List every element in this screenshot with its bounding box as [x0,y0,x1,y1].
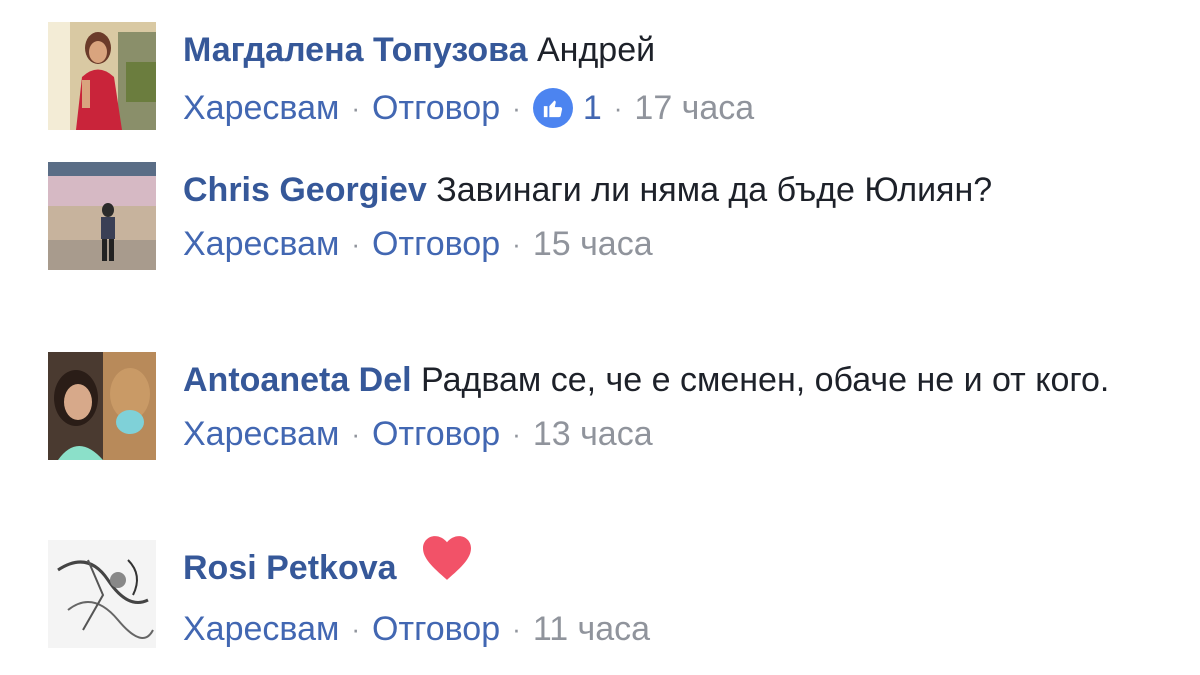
avatar-image [48,352,156,460]
reply-link[interactable]: Отговор [372,410,500,458]
like-link[interactable]: Харесвам [183,410,339,458]
comment-text: Андрей [537,31,656,69]
comment-timestamp[interactable]: 13 часа [533,410,653,458]
comment-body: Chris Georgiev Завинаги ли няма да бъде … [183,162,1173,268]
comment-author[interactable]: Rosi Petkova [183,549,397,587]
comment-author[interactable]: Antoaneta Del [183,361,412,399]
comment-text: Радвам се, че е сменен, обаче не и от ко… [421,361,1110,399]
separator: · [512,419,521,449]
separator: · [351,229,361,259]
comment-text-line: Antoaneta Del Радвам се, че е сменен, об… [183,352,1123,408]
comment-actions: Харесвам · Отговор · 15 часа [183,220,1173,268]
separator: · [613,93,623,123]
comment-text: Завинаги ли няма да бъде Юлиян? [436,171,993,209]
like-link[interactable]: Харесвам [183,605,339,653]
reactions-summary[interactable]: 1 [532,84,602,132]
heart-icon [420,534,474,599]
separator: · [351,93,361,123]
comment-body: Rosi Petkova Харесвам · Отговор · 11 час… [183,535,1173,653]
comment-author[interactable]: Chris Georgiev [183,171,427,209]
avatar-image [48,162,156,270]
avatar-image [48,22,156,130]
separator: · [351,613,361,644]
avatar-image [48,540,156,648]
separator: · [512,613,521,644]
reply-link[interactable]: Отговор [372,220,500,268]
comment-timestamp[interactable]: 11 часа [533,605,650,653]
reply-link[interactable]: Отговор [372,605,500,653]
separator: · [512,93,521,123]
reaction-count: 1 [582,89,602,127]
separator: · [351,419,361,449]
comment-text-line: Chris Georgiev Завинаги ли няма да бъде … [183,162,1003,218]
comment-text-line: Rosi Petkova [183,535,1173,599]
comment-timestamp[interactable]: 17 часа [634,84,754,132]
comment-timestamp[interactable]: 15 часа [533,220,653,268]
like-icon [532,88,573,128]
separator: · [512,229,521,259]
avatar[interactable] [48,540,156,648]
comment-author[interactable]: Магдалена Топузова [183,31,528,69]
comment-body: Antoaneta Del Радвам се, че е сменен, об… [183,352,1173,458]
comment-actions: Харесвам · Отговор · 13 часа [183,410,1173,458]
like-link[interactable]: Харесвам [183,220,339,268]
comment-actions: Харесвам · Отговор · 1 · 17 часа [183,84,1173,132]
comment-actions: Харесвам · Отговор · 11 часа [183,605,1173,653]
like-link[interactable]: Харесвам [183,84,339,132]
avatar[interactable] [48,162,156,270]
avatar[interactable] [48,352,156,460]
comment-text-line: Магдалена Топузова Андрей [183,22,1173,78]
reply-link[interactable]: Отговор [372,84,500,132]
comment-body: Магдалена Топузова Андрей Харесвам · Отг… [183,22,1173,132]
avatar[interactable] [48,22,156,130]
